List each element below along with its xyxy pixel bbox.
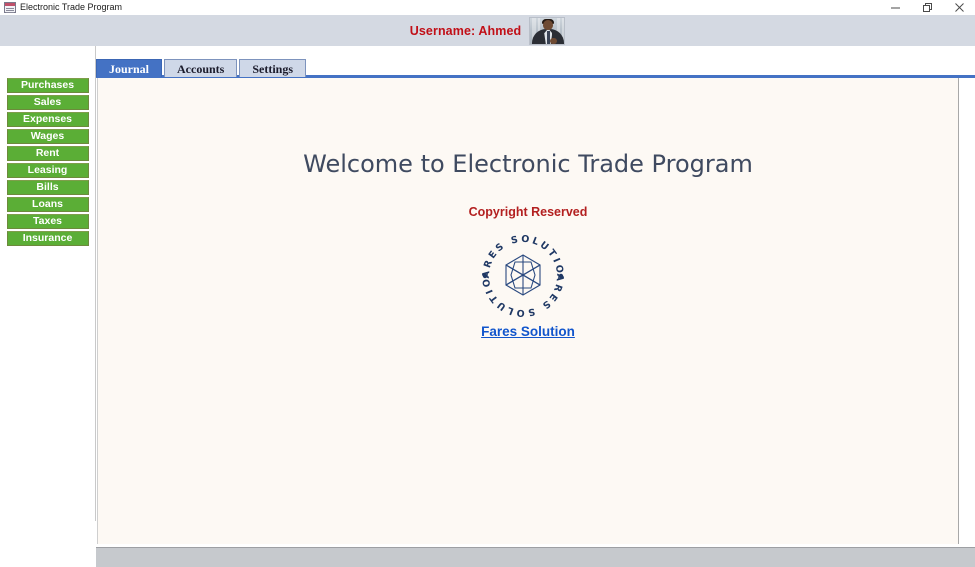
sidebar-item-expenses[interactable]: Expenses xyxy=(6,112,89,127)
sidebar: Purchases Sales Expenses Wages Rent Leas… xyxy=(0,46,96,521)
title-bar: Electronic Trade Program xyxy=(0,0,975,15)
sidebar-item-insurance[interactable]: Insurance xyxy=(6,231,89,246)
sidebar-item-taxes[interactable]: Taxes xyxy=(6,214,89,229)
sidebar-item-leasing[interactable]: Leasing xyxy=(6,163,89,178)
scroll-gutter[interactable] xyxy=(959,78,975,544)
status-bar xyxy=(96,547,975,567)
tab-accounts[interactable]: Accounts xyxy=(164,59,238,77)
svg-text:FARES SOLUTION: FARES SOLUTION xyxy=(475,228,565,279)
workspace: Purchases Sales Expenses Wages Rent Leas… xyxy=(0,46,975,567)
sidebar-item-sales[interactable]: Sales xyxy=(6,95,89,110)
restore-button[interactable] xyxy=(911,0,943,15)
form-window-icon xyxy=(4,2,16,13)
tab-journal[interactable]: Journal xyxy=(96,59,163,77)
header-banner: Username: Ahmed xyxy=(0,15,975,46)
sidebar-item-wages[interactable]: Wages xyxy=(6,129,89,144)
fares-solution-link-label[interactable]: Fares Solution xyxy=(481,324,575,339)
content-panel: Welcome to Electronic Trade Program Copy… xyxy=(97,78,959,544)
window-title: Electronic Trade Program xyxy=(20,2,123,12)
avatar xyxy=(529,16,566,45)
tab-strip: Journal Accounts Settings xyxy=(96,57,975,77)
tab-settings[interactable]: Settings xyxy=(239,59,307,77)
sidebar-item-bills[interactable]: Bills xyxy=(6,180,89,195)
close-button[interactable] xyxy=(943,0,975,15)
page-title: Welcome to Electronic Trade Program xyxy=(303,150,753,178)
sidebar-item-loans[interactable]: Loans xyxy=(6,197,89,212)
fares-solution-link[interactable]: Fares Solution xyxy=(98,323,958,341)
sidebar-item-rent[interactable]: Rent xyxy=(6,146,89,161)
copyright-notice: Copyright Reserved xyxy=(468,205,588,219)
minimize-button[interactable] xyxy=(879,0,911,15)
sidebar-item-purchases[interactable]: Purchases xyxy=(6,78,89,93)
window-controls xyxy=(879,0,975,15)
username-label: Username: Ahmed xyxy=(409,23,522,38)
fares-solution-logo: FARES SOLUTION FARES SOLUTION xyxy=(470,220,571,324)
